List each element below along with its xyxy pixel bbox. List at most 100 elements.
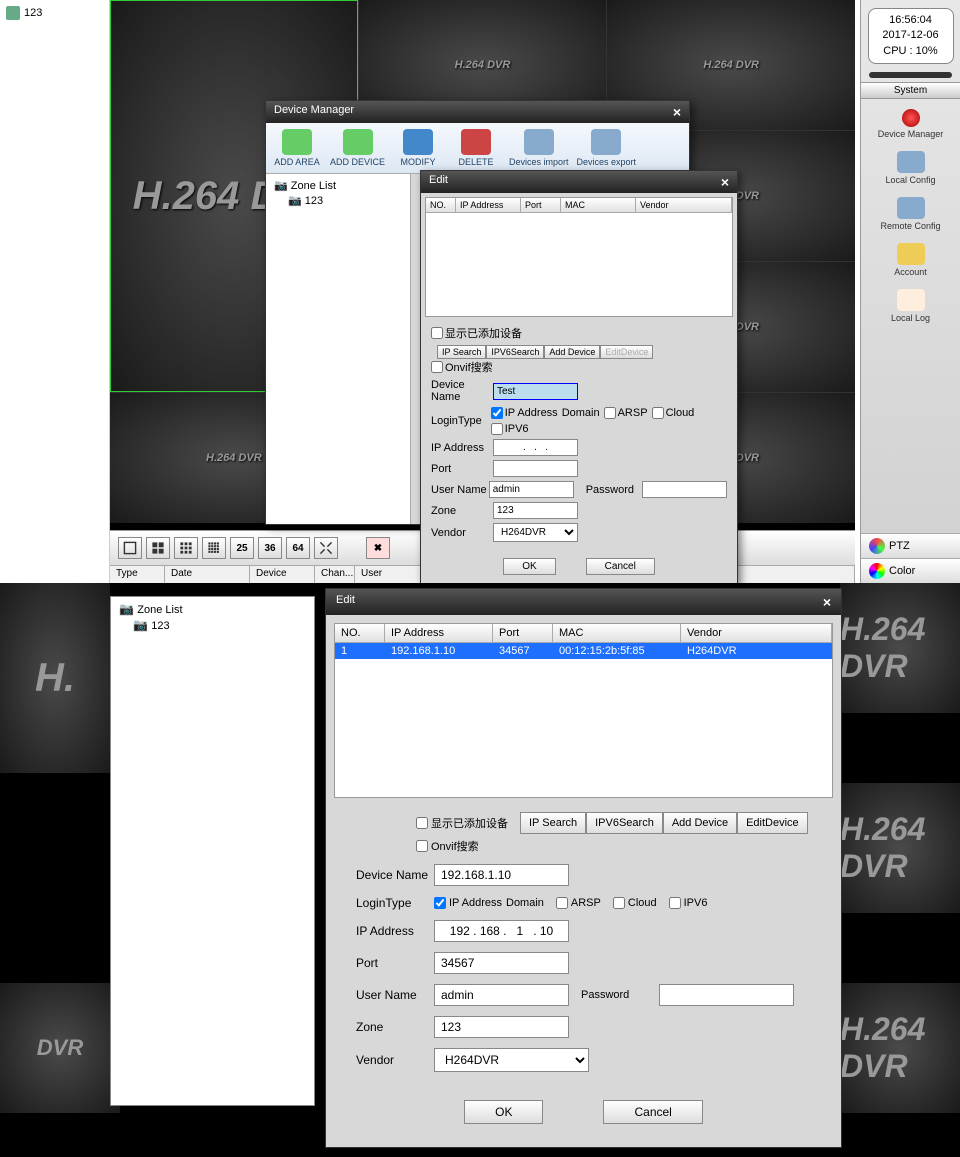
col-mac[interactable]: MAC bbox=[561, 198, 636, 212]
login-domain-checkbox[interactable]: Domain bbox=[562, 407, 600, 419]
export-button[interactable]: Devices export bbox=[577, 129, 637, 167]
zone-node[interactable]: 📷 123 bbox=[115, 617, 310, 633]
disconnect-button[interactable]: ✖ bbox=[366, 537, 390, 559]
onvif-checkbox[interactable]: Onvif搜索 bbox=[431, 359, 493, 375]
close-icon[interactable]: × bbox=[673, 104, 681, 120]
status-box: 16:56:04 2017-12-06 CPU : 10% bbox=[868, 8, 954, 64]
col-ip[interactable]: IP Address bbox=[385, 624, 493, 642]
sidebar-ptz[interactable]: PTZ bbox=[861, 533, 960, 558]
sidebar-local-config[interactable]: Local Config bbox=[861, 145, 960, 191]
layout-1-button[interactable] bbox=[118, 537, 142, 559]
vendor-select[interactable]: H264DVR bbox=[434, 1048, 589, 1072]
col-port[interactable]: Port bbox=[493, 624, 553, 642]
onvif-checkbox[interactable]: Onvif搜索 bbox=[416, 838, 479, 854]
col-port[interactable]: Port bbox=[521, 198, 561, 212]
ip-input[interactable] bbox=[434, 920, 569, 942]
vendor-label: Vendor bbox=[431, 527, 493, 539]
col-ip[interactable]: IP Address bbox=[456, 198, 521, 212]
password-input[interactable] bbox=[642, 481, 727, 498]
devmgr-titlebar[interactable]: Device Manager × bbox=[266, 101, 689, 123]
login-ipv6-checkbox[interactable]: IPV6 bbox=[491, 423, 529, 435]
sidebar-color[interactable]: Color bbox=[861, 558, 960, 583]
col-vendor[interactable]: Vendor bbox=[636, 198, 732, 212]
device-name-label: Device Name bbox=[356, 868, 434, 882]
import-button[interactable]: Devices import bbox=[509, 129, 569, 167]
import-icon bbox=[524, 129, 554, 155]
edit-titlebar[interactable]: Edit × bbox=[421, 171, 737, 193]
add-device-button[interactable]: Add Device bbox=[544, 345, 600, 359]
sidebar-local-log[interactable]: Local Log bbox=[861, 283, 960, 329]
col-no[interactable]: NO. bbox=[426, 198, 456, 212]
delete-icon bbox=[461, 129, 491, 155]
zone-node[interactable]: 📷 123 bbox=[270, 193, 406, 208]
fullscreen-button[interactable] bbox=[314, 537, 338, 559]
edit-device-button[interactable]: EditDevice bbox=[600, 345, 653, 359]
delete-button[interactable]: DELETE bbox=[451, 129, 501, 167]
sidebar-account[interactable]: Account bbox=[861, 237, 960, 283]
col-vendor[interactable]: Vendor bbox=[681, 624, 832, 642]
zone-list-node[interactable]: 📷 Zone List bbox=[115, 601, 310, 617]
login-cloud-checkbox[interactable]: Cloud bbox=[652, 407, 695, 419]
device-table: NO. IP Address Port MAC Vendor bbox=[425, 197, 733, 317]
log-col-type[interactable]: Type bbox=[110, 566, 165, 583]
zone-input[interactable] bbox=[493, 502, 578, 519]
zone-input[interactable] bbox=[434, 1016, 569, 1038]
table-row[interactable]: 1 192.168.1.10 34567 00:12:15:2b:5f:85 H… bbox=[335, 643, 832, 659]
ok-button[interactable]: OK bbox=[464, 1100, 543, 1124]
user-input[interactable] bbox=[434, 984, 569, 1006]
zone-label: Zone bbox=[356, 1020, 434, 1034]
user-input[interactable] bbox=[489, 481, 574, 498]
layout-16-button[interactable] bbox=[202, 537, 226, 559]
login-arsp-checkbox[interactable]: ARSP bbox=[604, 407, 648, 419]
right-sidebar: 16:56:04 2017-12-06 CPU : 10% System Dev… bbox=[860, 0, 960, 583]
log-col-channel[interactable]: Chan... bbox=[315, 566, 355, 583]
login-ip-checkbox[interactable]: IP Address bbox=[434, 897, 502, 909]
add-area-button[interactable]: ADD AREA bbox=[272, 129, 322, 167]
col-mac[interactable]: MAC bbox=[553, 624, 681, 642]
login-ip-checkbox[interactable]: IP Address bbox=[491, 407, 558, 419]
cancel-button[interactable]: Cancel bbox=[603, 1100, 702, 1124]
edit-device-button[interactable]: EditDevice bbox=[737, 812, 808, 834]
ip-search-button[interactable]: IP Search bbox=[520, 812, 586, 834]
add-device-icon bbox=[343, 129, 373, 155]
sidebar-remote-config[interactable]: Remote Config bbox=[861, 191, 960, 237]
layout-4-button[interactable] bbox=[146, 537, 170, 559]
login-arsp-checkbox[interactable]: ARSP bbox=[556, 897, 601, 909]
edit-title-text: Edit bbox=[336, 594, 355, 610]
password-input[interactable] bbox=[659, 984, 794, 1006]
ipv6-search-button[interactable]: IPV6Search bbox=[486, 345, 544, 359]
zone-list-node[interactable]: 📷 Zone List bbox=[270, 178, 406, 193]
layout-9-button[interactable] bbox=[174, 537, 198, 559]
tree-node[interactable]: 123 bbox=[4, 4, 105, 22]
close-icon[interactable]: × bbox=[823, 594, 831, 610]
login-ipv6-checkbox[interactable]: IPV6 bbox=[669, 897, 708, 909]
ipv6-search-button[interactable]: IPV6Search bbox=[586, 812, 663, 834]
port-label: Port bbox=[431, 463, 493, 475]
ip-search-button[interactable]: IP Search bbox=[437, 345, 486, 359]
layout-64-button[interactable]: 64 bbox=[286, 537, 310, 559]
add-device-button[interactable]: ADD DEVICE bbox=[330, 129, 385, 167]
sidebar-device-manager[interactable]: Device Manager bbox=[861, 103, 960, 145]
close-icon[interactable]: × bbox=[721, 174, 729, 190]
layout-25-button[interactable]: 25 bbox=[230, 537, 254, 559]
port-input[interactable] bbox=[434, 952, 569, 974]
show-added-checkbox[interactable]: 显示已添加设备 bbox=[416, 815, 508, 831]
vendor-select[interactable]: H264DVR bbox=[493, 523, 578, 542]
edit-titlebar[interactable]: Edit × bbox=[326, 589, 841, 615]
ok-button[interactable]: OK bbox=[503, 558, 555, 575]
add-device-button[interactable]: Add Device bbox=[663, 812, 737, 834]
log-col-date[interactable]: Date bbox=[165, 566, 250, 583]
device-name-input[interactable] bbox=[434, 864, 569, 886]
login-cloud-checkbox[interactable]: Cloud bbox=[613, 897, 657, 909]
layout-36-button[interactable]: 36 bbox=[258, 537, 282, 559]
port-input[interactable] bbox=[493, 460, 578, 477]
log-col-device[interactable]: Device bbox=[250, 566, 315, 583]
col-no[interactable]: NO. bbox=[335, 624, 385, 642]
modify-button[interactable]: MODIFY bbox=[393, 129, 443, 167]
cancel-button[interactable]: Cancel bbox=[586, 558, 655, 575]
ip-label: IP Address bbox=[431, 442, 493, 454]
device-name-input[interactable] bbox=[493, 383, 578, 400]
ip-input[interactable] bbox=[493, 439, 578, 456]
login-domain-checkbox[interactable]: Domain bbox=[506, 897, 544, 909]
show-added-checkbox[interactable]: 显示已添加设备 bbox=[431, 325, 522, 341]
